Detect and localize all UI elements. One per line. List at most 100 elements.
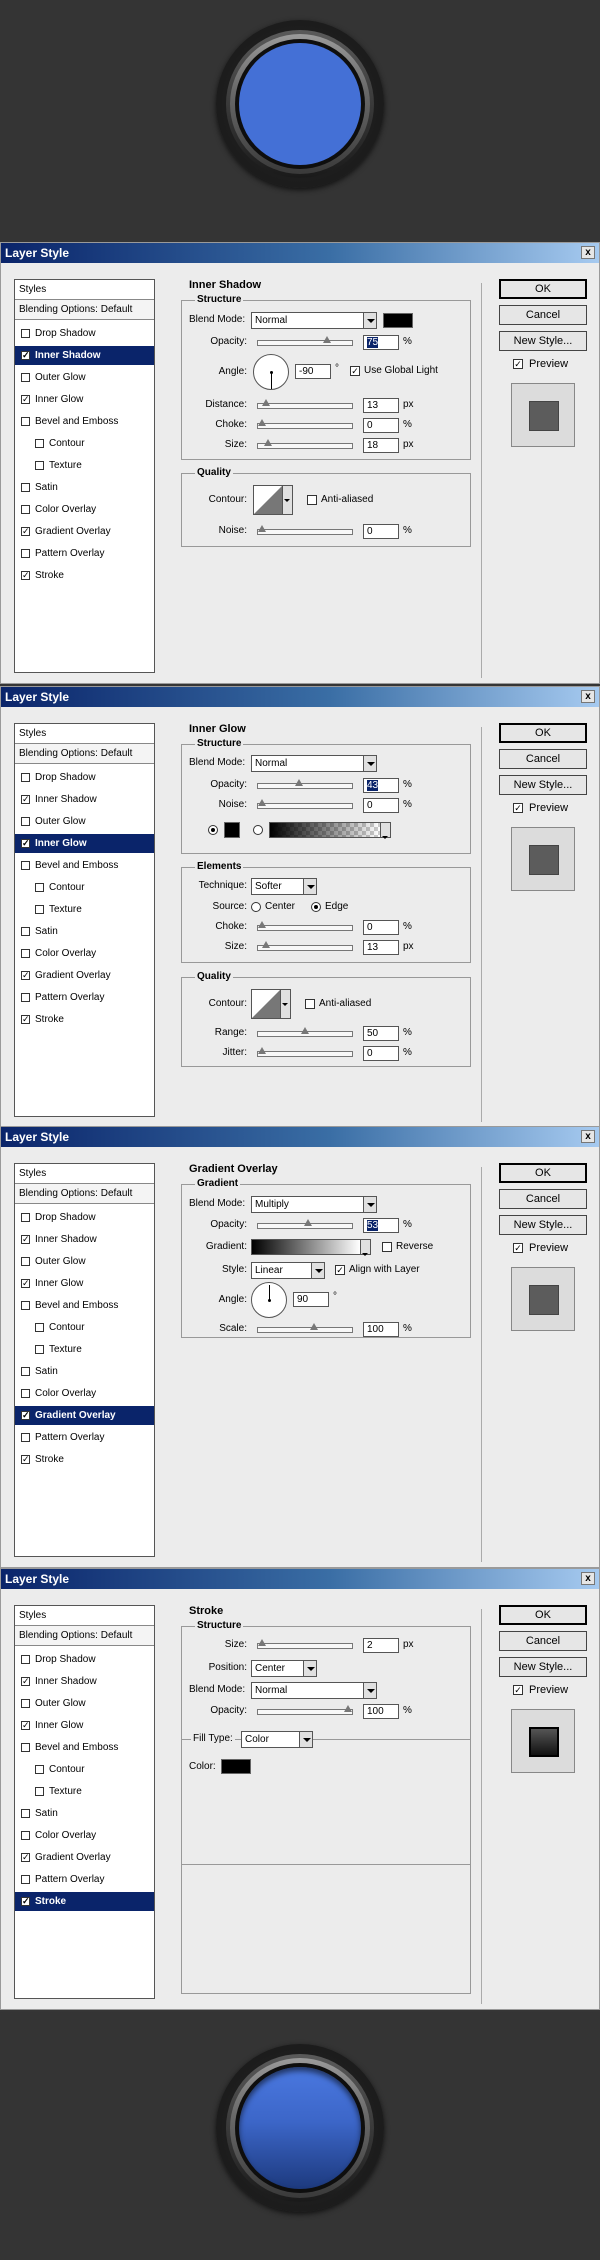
styles-header[interactable]: Styles — [15, 1606, 154, 1626]
style-item-stroke[interactable]: ✓ Stroke — [15, 1892, 154, 1911]
contour-picker[interactable] — [253, 485, 283, 515]
style-item-checkbox[interactable]: ✓ — [21, 1853, 30, 1862]
style-item-checkbox[interactable] — [21, 949, 30, 958]
style-item-pattern-overlay[interactable]: Pattern Overlay — [15, 544, 154, 563]
choke-input[interactable]: 0 — [363, 418, 399, 433]
style-item-checkbox[interactable]: ✓ — [21, 1677, 30, 1686]
opacity-input[interactable]: 75 — [363, 335, 399, 350]
style-item-checkbox[interactable]: ✓ — [21, 351, 30, 360]
new-style-button[interactable]: New Style... — [499, 331, 587, 351]
cancel-button[interactable]: Cancel — [499, 1631, 587, 1651]
position-select[interactable]: Center — [251, 1660, 317, 1677]
style-item-checkbox[interactable] — [21, 1367, 30, 1376]
preview-checkbox[interactable]: ✓ — [513, 359, 523, 369]
styles-header[interactable]: Styles — [15, 280, 154, 300]
slider-thumb[interactable] — [303, 1219, 312, 1226]
scale-slider[interactable] — [257, 1323, 353, 1333]
style-item-checkbox[interactable] — [21, 505, 30, 514]
new-style-button[interactable]: New Style... — [499, 1215, 587, 1235]
style-item-checkbox[interactable]: ✓ — [21, 971, 30, 980]
slider-thumb[interactable] — [258, 1047, 266, 1054]
styles-header[interactable]: Styles — [15, 724, 154, 744]
chevron-down-icon[interactable] — [283, 485, 293, 515]
reverse-checkbox[interactable] — [382, 1242, 392, 1252]
style-item-checkbox[interactable] — [35, 1765, 44, 1774]
style-item-satin[interactable]: Satin — [15, 922, 154, 941]
chevron-down-icon[interactable] — [381, 822, 391, 839]
style-item-texture[interactable]: Texture — [15, 1782, 154, 1801]
size-slider[interactable] — [257, 941, 353, 951]
slider-thumb[interactable] — [262, 399, 271, 406]
style-item-stroke[interactable]: ✓ Stroke — [15, 566, 154, 585]
blend-mode-select[interactable]: Normal — [251, 312, 377, 329]
size-slider[interactable] — [257, 439, 353, 449]
ok-button[interactable]: OK — [499, 1605, 587, 1625]
anti-aliased-checkbox[interactable] — [305, 999, 315, 1009]
style-item-checkbox[interactable] — [21, 483, 30, 492]
choke-input[interactable]: 0 — [363, 920, 399, 935]
style-item-texture[interactable]: Texture — [15, 1340, 154, 1359]
slider-thumb[interactable] — [294, 779, 303, 786]
style-item-satin[interactable]: Satin — [15, 478, 154, 497]
preview-checkbox[interactable]: ✓ — [513, 1685, 523, 1695]
new-style-button[interactable]: New Style... — [499, 1657, 587, 1677]
style-item-checkbox[interactable] — [21, 1213, 30, 1222]
style-item-contour[interactable]: Contour — [15, 434, 154, 453]
slider-thumb[interactable] — [344, 1705, 352, 1712]
style-item-checkbox[interactable] — [21, 1433, 30, 1442]
style-item-gradient-overlay[interactable]: ✓ Gradient Overlay — [15, 966, 154, 985]
style-item-contour[interactable]: Contour — [15, 1318, 154, 1337]
chevron-down-icon[interactable] — [361, 1239, 371, 1256]
style-item-texture[interactable]: Texture — [15, 456, 154, 475]
source-edge-radio[interactable] — [311, 902, 321, 912]
jitter-slider[interactable] — [257, 1047, 353, 1057]
jitter-input[interactable]: 0 — [363, 1046, 399, 1061]
ok-button[interactable]: OK — [499, 1163, 587, 1183]
style-item-checkbox[interactable] — [21, 1389, 30, 1398]
close-button[interactable]: x — [581, 690, 595, 703]
technique-select[interactable]: Softer — [251, 878, 317, 895]
preview-checkbox[interactable]: ✓ — [513, 1243, 523, 1253]
blending-options-item[interactable]: Blending Options: Default — [15, 300, 154, 320]
style-item-inner-glow[interactable]: ✓ Inner Glow — [15, 1716, 154, 1735]
style-item-checkbox[interactable] — [35, 439, 44, 448]
style-item-pattern-overlay[interactable]: Pattern Overlay — [15, 1870, 154, 1889]
style-item-checkbox[interactable] — [35, 1787, 44, 1796]
style-item-checkbox[interactable] — [21, 927, 30, 936]
opacity-slider[interactable] — [257, 1219, 353, 1229]
cancel-button[interactable]: Cancel — [499, 749, 587, 769]
style-item-outer-glow[interactable]: Outer Glow — [15, 368, 154, 387]
opacity-slider[interactable] — [257, 779, 353, 789]
style-item-checkbox[interactable] — [21, 773, 30, 782]
style-item-checkbox[interactable]: ✓ — [21, 1455, 30, 1464]
style-item-outer-glow[interactable]: Outer Glow — [15, 812, 154, 831]
fill-type-select[interactable]: Color — [241, 1731, 313, 1748]
glow-color-swatch[interactable] — [224, 822, 240, 838]
close-button[interactable]: x — [581, 246, 595, 259]
style-item-outer-glow[interactable]: Outer Glow — [15, 1694, 154, 1713]
ok-button[interactable]: OK — [499, 723, 587, 743]
style-item-drop-shadow[interactable]: Drop Shadow — [15, 324, 154, 343]
slider-thumb[interactable] — [264, 439, 273, 446]
cancel-button[interactable]: Cancel — [499, 1189, 587, 1209]
blend-mode-select[interactable]: Normal — [251, 755, 377, 772]
ok-button[interactable]: OK — [499, 279, 587, 299]
style-item-pattern-overlay[interactable]: Pattern Overlay — [15, 1428, 154, 1447]
style-item-inner-shadow[interactable]: ✓ Inner Shadow — [15, 1230, 154, 1249]
size-input[interactable]: 13 — [363, 940, 399, 955]
style-item-stroke[interactable]: ✓ Stroke — [15, 1010, 154, 1029]
style-item-contour[interactable]: Contour — [15, 1760, 154, 1779]
slider-thumb[interactable] — [322, 336, 331, 343]
style-item-checkbox[interactable] — [21, 817, 30, 826]
style-item-drop-shadow[interactable]: Drop Shadow — [15, 768, 154, 787]
style-item-checkbox[interactable]: ✓ — [21, 395, 30, 404]
style-item-gradient-overlay[interactable]: ✓ Gradient Overlay — [15, 522, 154, 541]
blending-options-item[interactable]: Blending Options: Default — [15, 1626, 154, 1646]
style-item-checkbox[interactable] — [35, 905, 44, 914]
size-slider[interactable] — [257, 1639, 353, 1649]
style-item-checkbox[interactable] — [21, 993, 30, 1002]
style-item-checkbox[interactable] — [21, 1655, 30, 1664]
cancel-button[interactable]: Cancel — [499, 305, 587, 325]
opacity-slider[interactable] — [257, 1705, 353, 1715]
style-item-pattern-overlay[interactable]: Pattern Overlay — [15, 988, 154, 1007]
